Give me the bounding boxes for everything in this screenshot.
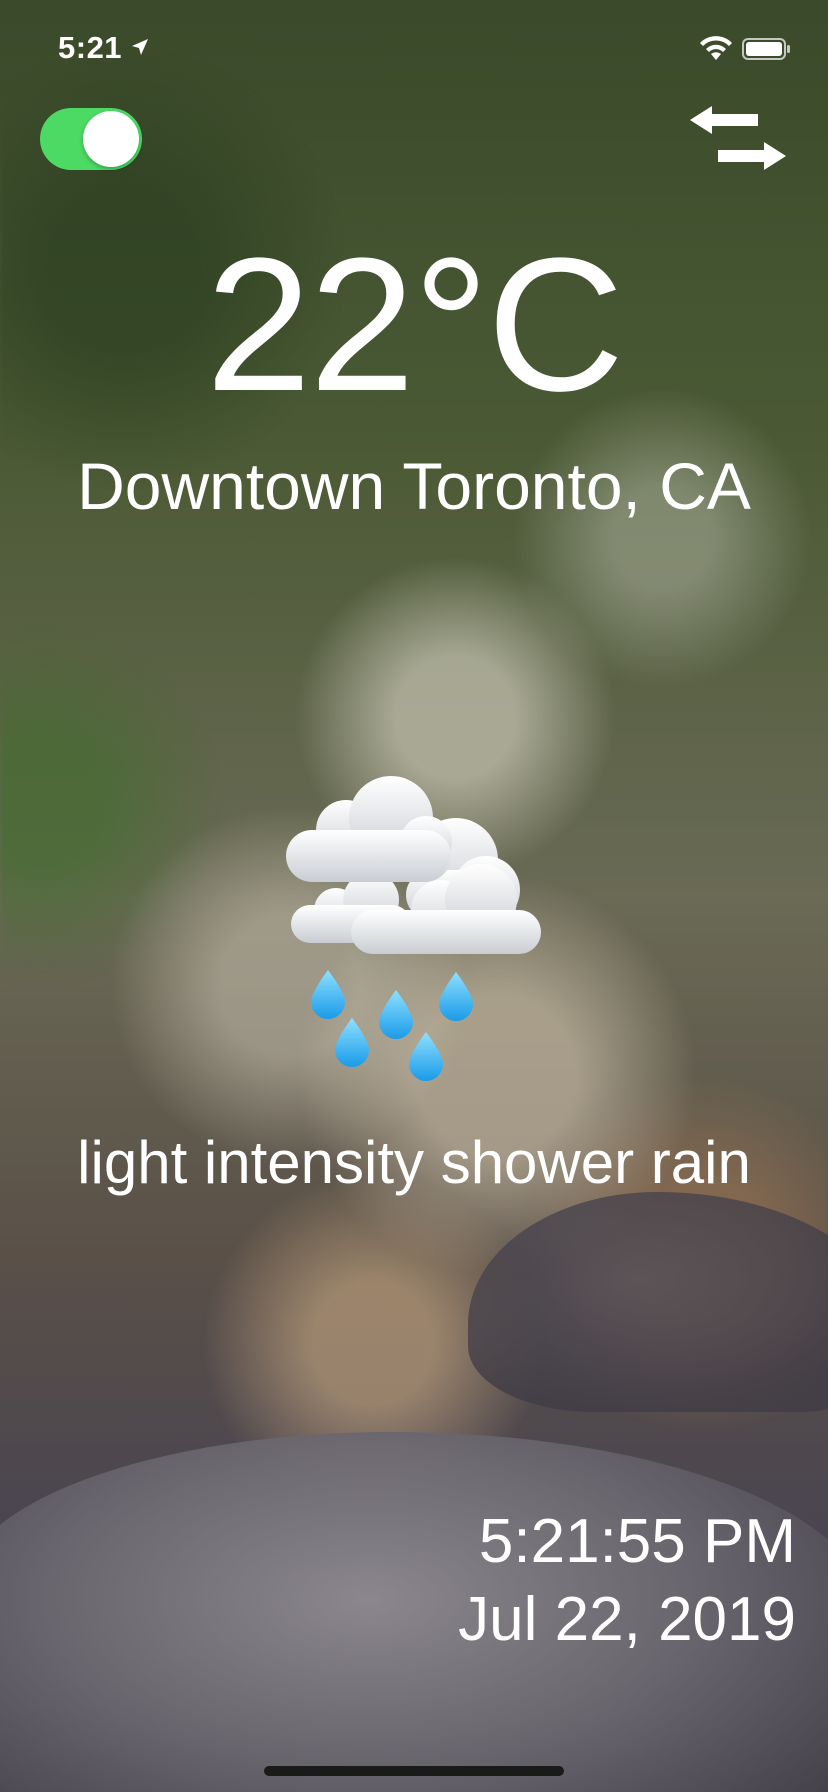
home-indicator[interactable] [264, 1766, 564, 1776]
weather-description: light intensity shower rain [77, 1129, 751, 1196]
location-arrow-icon [132, 39, 148, 55]
toggle-knob [83, 111, 139, 167]
status-bar: 5:21 [0, 0, 828, 100]
weather-screen: 5:21 22°C Downtown Toronto, CA light int… [0, 0, 828, 1792]
swap-arrows-icon[interactable] [686, 104, 790, 176]
battery-icon [742, 38, 790, 60]
temperature: 22°C [205, 219, 625, 431]
status-time: 5:21 [58, 30, 123, 65]
location-label: Downtown Toronto, CA [77, 449, 751, 523]
rain-cloud-icon [286, 776, 541, 1081]
current-time: 5:21:55 PM [478, 1507, 796, 1576]
mode-toggle[interactable] [40, 108, 142, 170]
wifi-icon [700, 36, 732, 60]
current-date: Jul 22, 2019 [458, 1585, 796, 1654]
